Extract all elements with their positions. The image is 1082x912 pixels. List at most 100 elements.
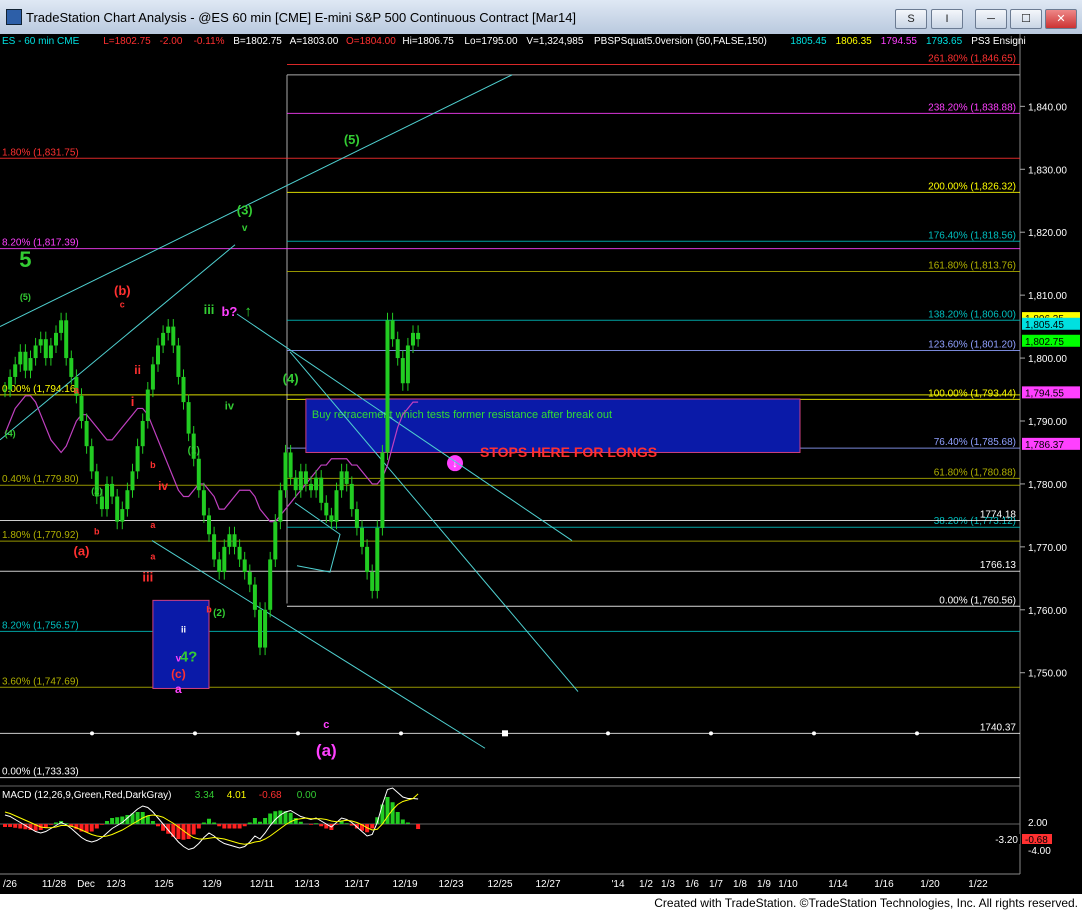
fib-level-label: 0.00% (1,733.33) [2, 767, 79, 778]
macd-histogram-bar [263, 818, 268, 824]
wave-label: b [94, 526, 100, 536]
symbol-info-text: PBSPSquat5.0version (50,FALSE,150) [594, 36, 767, 47]
price-bar-body [38, 339, 43, 346]
date-axis-label: 1/2 [639, 879, 653, 890]
price-axis-label: 1,830.00 [1028, 165, 1067, 176]
macd-histogram-bar [395, 812, 400, 824]
macd-histogram-bar [222, 824, 227, 829]
price-bar-body [309, 483, 313, 491]
macd-histogram-bar [99, 824, 104, 825]
macd-histogram-bar [385, 797, 390, 824]
macd-value: -0.68 [259, 790, 282, 801]
macd-histogram-bar [186, 824, 191, 839]
wave-label: (1) [188, 446, 200, 457]
macd-histogram-bar [247, 822, 252, 824]
date-axis-label: 1/16 [874, 879, 894, 890]
fib-level-label: 8.20% (1,817.39) [2, 238, 79, 249]
price-bar-body [232, 534, 237, 547]
chart-background [0, 34, 1082, 892]
macd-histogram-bar [319, 824, 324, 827]
price-bar-body [263, 609, 268, 648]
price-bar-body [115, 496, 120, 522]
price-tag-label: 1,805.45 [1025, 320, 1064, 331]
time-marker [709, 731, 713, 736]
wave-label: (4) [283, 371, 299, 386]
fib-level-label: 238.20% (1,838.88) [928, 102, 1016, 113]
stops-label: STOPS HERE FOR LONGS [480, 444, 657, 460]
price-bar-body [324, 502, 329, 516]
price-bar-body [145, 389, 150, 421]
s-menu-button[interactable]: S [895, 9, 927, 29]
date-axis-label: 12/5 [154, 879, 174, 890]
macd-histogram-bar [48, 824, 53, 825]
macd-histogram-bar [242, 824, 247, 827]
date-axis-label: 12/13 [294, 879, 319, 890]
fib-level-label: 0.40% (1,779.80) [2, 474, 79, 485]
price-bar-body [339, 471, 344, 491]
price-bar-body [105, 483, 109, 510]
price-bar-body [247, 572, 252, 585]
symbol-info-text: -2.00 [160, 36, 183, 47]
macd-value: 3.34 [195, 790, 215, 801]
price-tag-label: 1,802.75 [1025, 337, 1064, 348]
support-level-label: 1766.13 [980, 560, 1017, 571]
fib-level-label: 123.60% (1,801.20) [928, 340, 1016, 351]
fib-level-label: 8.20% (1,756.57) [2, 620, 79, 631]
price-bar-body [385, 320, 390, 453]
buy-zone-text: Buy retracement which tests former resis… [312, 409, 612, 421]
wave-label: ii [134, 363, 141, 377]
date-axis-label: 1/14 [828, 879, 848, 890]
date-axis-label: 1/9 [757, 879, 771, 890]
symbol-info-text: PS3 Ensigni [971, 36, 1025, 47]
time-marker [915, 731, 919, 736]
wave-label: i [131, 394, 135, 409]
macd-histogram-bar [18, 824, 23, 829]
price-axis-label: 1,800.00 [1028, 354, 1067, 365]
time-marker [90, 731, 94, 736]
date-axis-label: 12/11 [250, 879, 275, 890]
minimize-button[interactable]: ─ [975, 9, 1007, 29]
wave-label: 4? [180, 648, 198, 665]
footer-credit: Created with TradeStation. ©TradeStation… [654, 896, 1078, 910]
time-marker [399, 731, 403, 736]
macd-histogram-bar [3, 824, 7, 827]
price-bar-body [395, 339, 400, 359]
wave-label: iv [158, 479, 168, 493]
fib-level-label: 138.20% (1,806.00) [928, 309, 1016, 320]
close-button[interactable]: ✕ [1045, 9, 1077, 29]
macd-histogram-bar [84, 824, 89, 833]
symbol-info-text: 1806.35 [836, 36, 873, 47]
macd-histogram-bar [405, 822, 410, 824]
macd-label: MACD (12,26,9,Green,Red,DarkGray) [2, 790, 172, 801]
price-bar-body [349, 483, 354, 510]
price-bar-body [201, 490, 206, 516]
price-bar-body [365, 546, 370, 573]
symbol-info-text: B=1802.75 [233, 36, 282, 47]
fib-level-label: 1.80% (1,770.92) [2, 530, 79, 541]
chart-area[interactable]: ES - 60 min CME L=1802.75 -2.00 -0.11% B=180… [0, 34, 1082, 892]
macd-histogram-bar [207, 818, 211, 824]
price-bar-body [110, 483, 115, 497]
macd-histogram-bar [268, 813, 273, 824]
date-axis-label: 1/6 [685, 879, 699, 890]
time-marker-square [502, 730, 508, 737]
symbol-info-text: Hi=1806.75 [402, 36, 454, 47]
price-bar-body [64, 320, 69, 359]
price-bar-body [344, 471, 349, 484]
date-axis-label: 1/8 [733, 879, 747, 890]
macd-histogram-bar [227, 824, 232, 829]
macd-histogram-bar [196, 824, 201, 829]
maximize-button[interactable]: ☐ [1010, 9, 1042, 29]
price-bar-body [18, 351, 23, 365]
price-axis-label: 1,810.00 [1028, 291, 1067, 302]
price-bar-body [222, 546, 227, 573]
price-bar-body [283, 452, 288, 491]
indicator-menu-button[interactable]: I [931, 9, 963, 29]
price-bar-body [329, 515, 334, 522]
date-axis-label: 12/19 [392, 879, 417, 890]
wave-label: a [74, 385, 80, 396]
date-axis-label: 1/3 [661, 879, 675, 890]
wave-label: ii [181, 624, 186, 634]
price-chart[interactable]: ES - 60 min CME L=1802.75 -2.00 -0.11% B=180… [0, 34, 1082, 892]
wave-label: (5) [344, 132, 360, 147]
